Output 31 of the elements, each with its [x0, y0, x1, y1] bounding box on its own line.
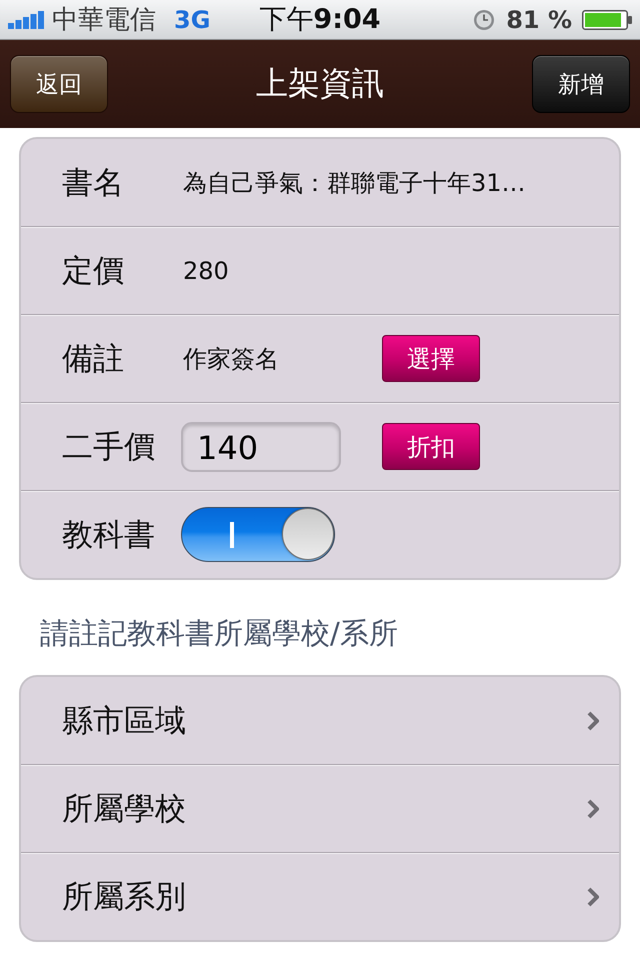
status-time: 下午9:04	[259, 6, 381, 33]
toggle-switch[interactable]	[181, 507, 335, 562]
on-mark-icon	[230, 522, 234, 548]
battery-percent: 81 %	[506, 8, 572, 32]
price-input-field[interactable]: 140	[181, 422, 341, 472]
disclosure-row[interactable]: 縣市區域	[21, 677, 619, 764]
switch-knob[interactable]	[282, 508, 334, 560]
signal-icon	[8, 10, 44, 28]
option-button[interactable]: 折扣	[382, 423, 480, 470]
battery-icon	[582, 10, 632, 30]
field-value: 作家簽名	[183, 344, 280, 374]
field-label: 備註	[61, 340, 125, 378]
field-label: 書名	[61, 164, 125, 202]
chevron-icon	[587, 886, 599, 906]
field-value: 為自己爭氣：群聯電子十年31…	[183, 168, 526, 198]
field-label: 定價	[61, 252, 125, 290]
field-label: 二手價	[61, 428, 156, 466]
disclosure-row[interactable]: 所屬系別	[21, 852, 619, 940]
back-button[interactable]: 返回	[10, 55, 108, 113]
field-label: 教科書	[61, 516, 156, 554]
chevron-icon	[587, 710, 599, 730]
page-title: 上架資訊	[256, 63, 384, 104]
network-type: 3G	[174, 8, 210, 32]
section-header: 請註記教科書所屬學校/系所	[39, 615, 399, 652]
carrier-name: 中華電信	[52, 6, 156, 32]
add-button[interactable]: 新增	[532, 55, 630, 113]
chevron-icon	[587, 798, 599, 818]
field-value: 280	[183, 256, 229, 284]
disclosure-row[interactable]: 所屬學校	[21, 764, 619, 852]
option-button[interactable]: 選擇	[382, 335, 480, 382]
clock-icon	[474, 10, 494, 30]
